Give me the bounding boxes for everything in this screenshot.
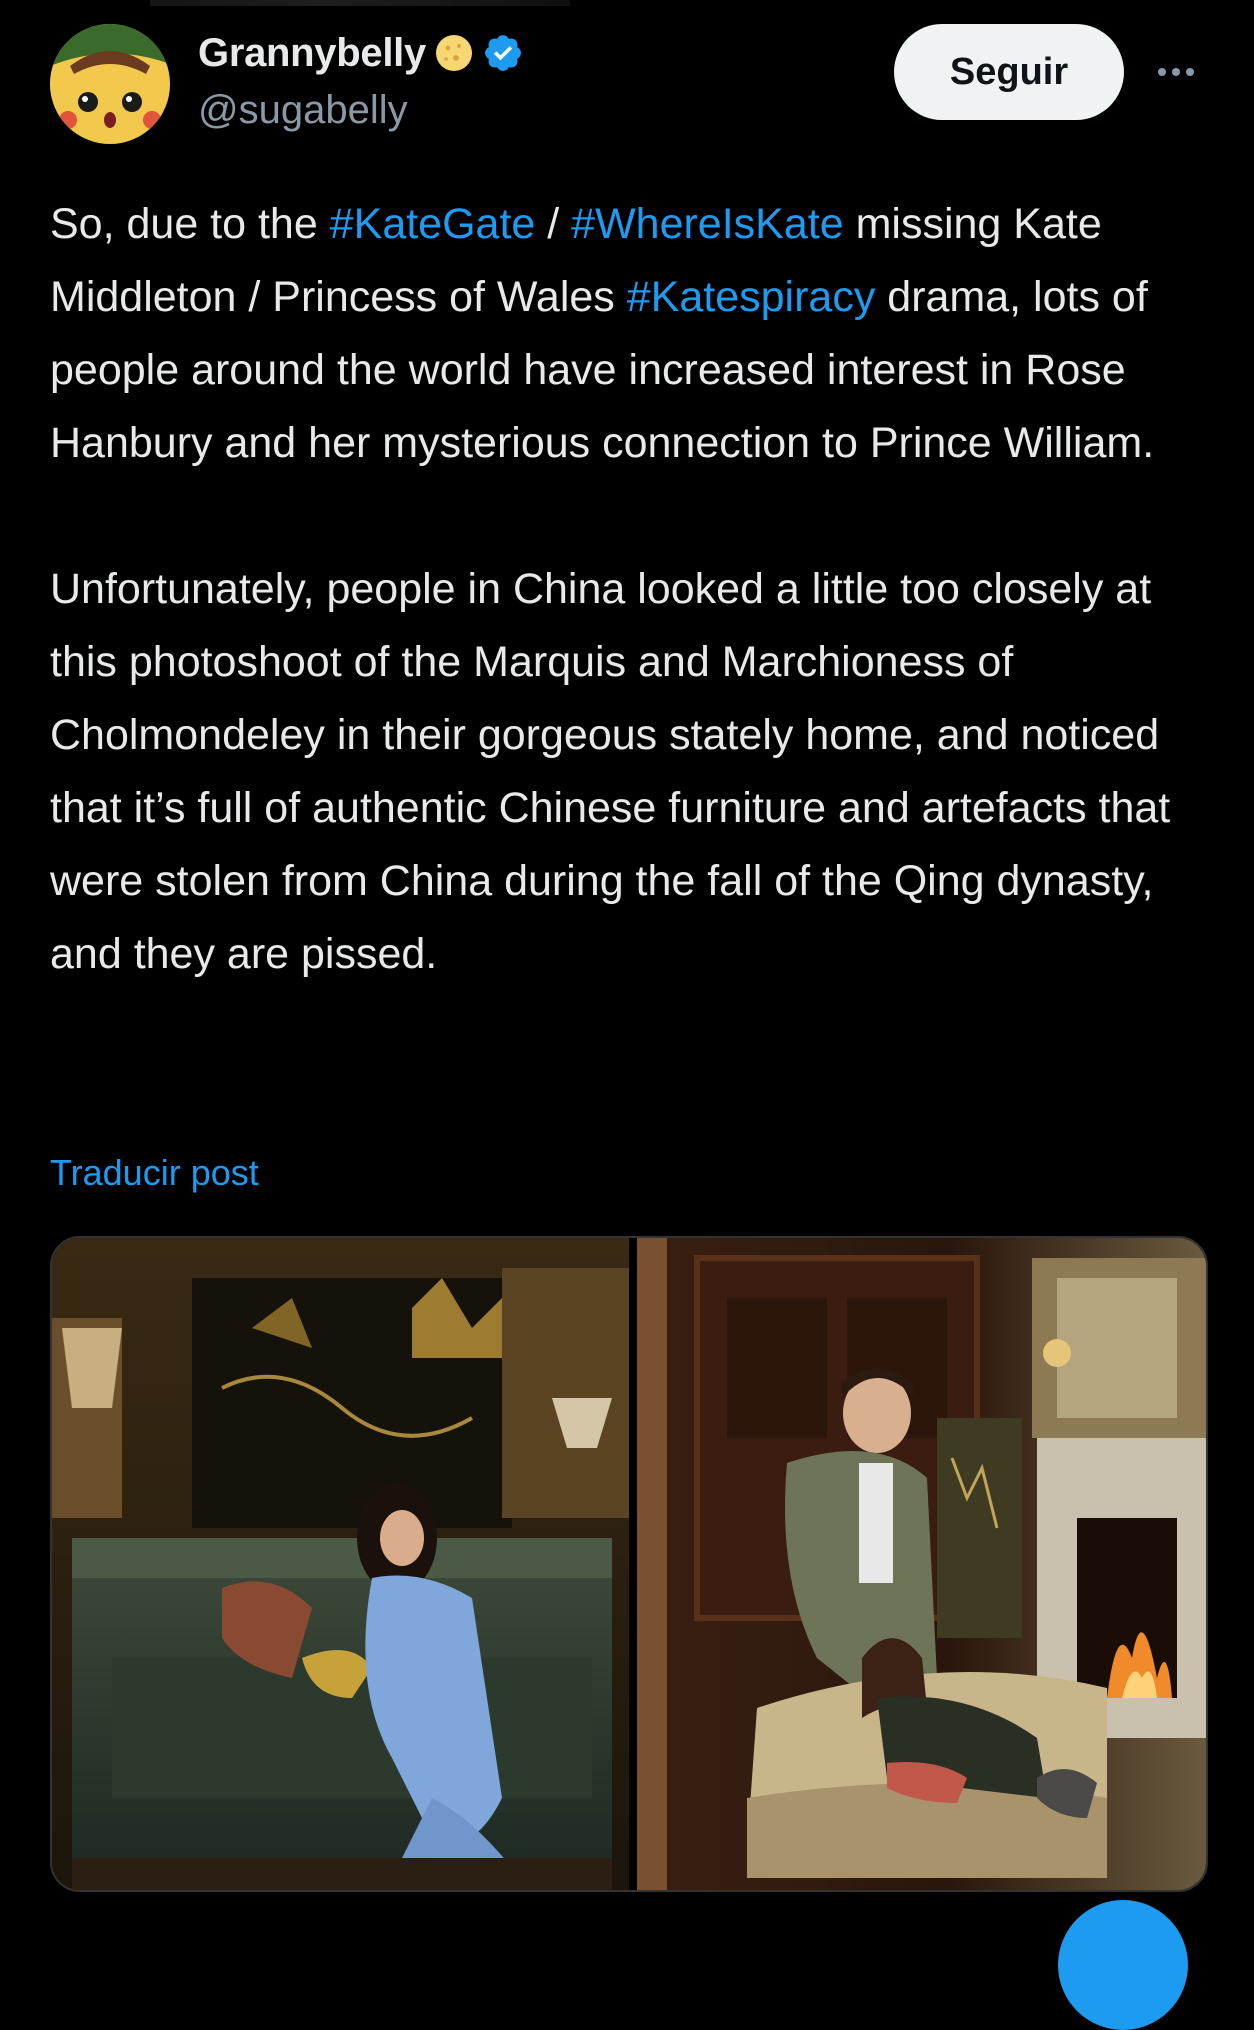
text-run: / xyxy=(535,200,572,248)
photo-woman-on-sofa-icon xyxy=(52,1238,629,1890)
hashtag-whereiskate[interactable]: #WhereIsKate xyxy=(571,200,843,248)
media-image-1[interactable] xyxy=(52,1238,629,1890)
dot xyxy=(1158,68,1166,76)
post-paragraph-1: So, due to the #KateGate / #WhereIsKate … xyxy=(50,188,1220,480)
post-paragraph-2: Unfortunately, people in China looked a … xyxy=(50,565,1171,978)
author-display-name[interactable]: Grannybelly xyxy=(198,31,426,76)
follow-button[interactable]: Seguir xyxy=(894,24,1124,120)
verified-checkmark-icon xyxy=(484,35,521,71)
compose-fab-button[interactable] xyxy=(1058,1900,1188,2030)
media-image-2[interactable] xyxy=(637,1238,1206,1890)
dot xyxy=(1186,68,1194,76)
emoji-badge-icon xyxy=(435,35,472,71)
dot xyxy=(1172,68,1180,76)
surprised-pikachu-avatar-icon xyxy=(50,24,170,144)
translate-post-link[interactable]: Traducir post xyxy=(50,1152,259,1194)
previous-post-edge xyxy=(150,0,570,6)
text-run: So, due to the xyxy=(50,200,330,248)
photo-couple-by-fireplace-icon xyxy=(637,1238,1206,1890)
author-name-row: Grannybelly xyxy=(198,28,524,78)
more-options-icon[interactable] xyxy=(1148,52,1204,92)
hashtag-katespiracy[interactable]: #Katespiracy xyxy=(627,273,876,321)
author-handle[interactable]: @sugabelly xyxy=(198,88,408,133)
post-media[interactable] xyxy=(50,1236,1208,1892)
hashtag-kategate[interactable]: #KateGate xyxy=(330,200,536,248)
post-text: So, due to the #KateGate / #WhereIsKate … xyxy=(50,188,1220,991)
author-avatar[interactable] xyxy=(50,24,170,144)
